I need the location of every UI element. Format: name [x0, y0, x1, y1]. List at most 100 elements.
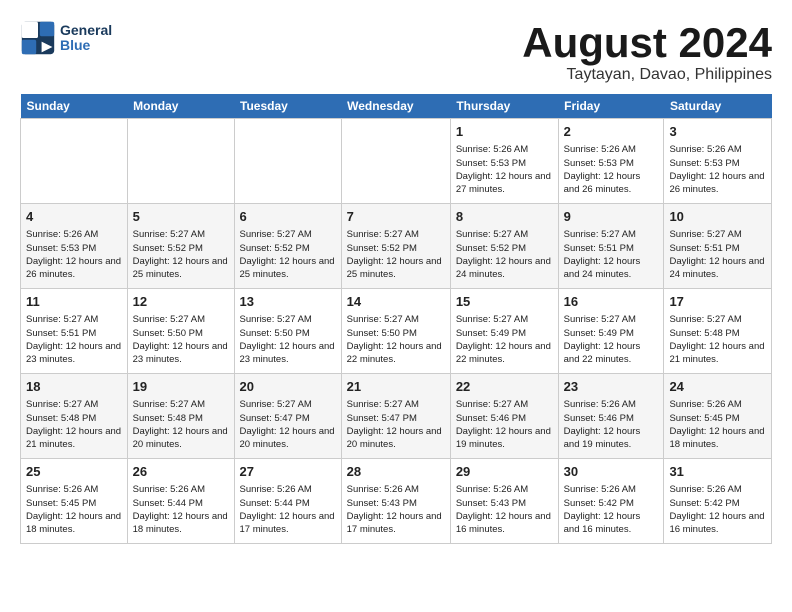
calendar-cell: 20 Sunrise: 5:27 AM Sunset: 5:47 PM Dayli… — [234, 374, 341, 459]
day-info: Sunrise: 5:27 AM Sunset: 5:52 PM Dayligh… — [133, 228, 229, 281]
header-row: SundayMondayTuesdayWednesdayThursdayFrid… — [21, 94, 772, 119]
week-row-2: 4 Sunrise: 5:26 AM Sunset: 5:53 PM Daylig… — [21, 204, 772, 289]
day-info: Sunrise: 5:27 AM Sunset: 5:52 PM Dayligh… — [240, 228, 336, 281]
day-number: 24 — [669, 378, 766, 396]
day-info: Sunrise: 5:26 AM Sunset: 5:45 PM Dayligh… — [26, 483, 122, 536]
day-info: Sunrise: 5:26 AM Sunset: 5:43 PM Dayligh… — [456, 483, 553, 536]
day-info: Sunrise: 5:26 AM Sunset: 5:42 PM Dayligh… — [564, 483, 659, 536]
day-number: 13 — [240, 293, 336, 311]
header-cell-thursday: Thursday — [450, 94, 558, 119]
day-number: 7 — [347, 208, 445, 226]
month-year: August 2024 — [522, 20, 772, 66]
calendar-cell: 9 Sunrise: 5:27 AM Sunset: 5:51 PM Daylig… — [558, 204, 664, 289]
calendar-cell: 21Sunrise: 5:27 AM Sunset: 5:47 PM Dayli… — [341, 374, 450, 459]
calendar-cell: 25 Sunrise: 5:26 AM Sunset: 5:45 PM Dayli… — [21, 459, 128, 544]
day-info: Sunrise: 5:26 AM Sunset: 5:53 PM Dayligh… — [456, 143, 553, 196]
day-info: Sunrise: 5:27 AM Sunset: 5:50 PM Dayligh… — [133, 313, 229, 366]
calendar-cell: 15 Sunrise: 5:27 AM Sunset: 5:49 PM Dayli… — [450, 289, 558, 374]
day-number: 20 — [240, 378, 336, 396]
calendar-cell: 16Sunrise: 5:27 AM Sunset: 5:49 PM Dayli… — [558, 289, 664, 374]
day-info: Sunrise: 5:26 AM Sunset: 5:53 PM Dayligh… — [564, 143, 659, 196]
calendar-cell: 6 Sunrise: 5:27 AM Sunset: 5:52 PM Daylig… — [234, 204, 341, 289]
page-header: General Blue August 2024 Taytayan, Davao… — [20, 20, 772, 84]
header-cell-tuesday: Tuesday — [234, 94, 341, 119]
day-number: 26 — [133, 463, 229, 481]
day-number: 21 — [347, 378, 445, 396]
day-number: 2 — [564, 123, 659, 141]
calendar-cell: 11 Sunrise: 5:27 AM Sunset: 5:51 PM Dayli… — [21, 289, 128, 374]
title-block: August 2024 Taytayan, Davao, Philippines — [522, 20, 772, 84]
logo-text: General Blue — [60, 23, 112, 54]
day-info: Sunrise: 5:27 AM Sunset: 5:52 PM Dayligh… — [456, 228, 553, 281]
calendar-cell: 5 Sunrise: 5:27 AM Sunset: 5:52 PM Daylig… — [127, 204, 234, 289]
day-number: 23 — [564, 378, 659, 396]
day-number: 4 — [26, 208, 122, 226]
calendar-cell: 12 Sunrise: 5:27 AM Sunset: 5:50 PM Dayli… — [127, 289, 234, 374]
header-cell-saturday: Saturday — [664, 94, 772, 119]
day-info: Sunrise: 5:27 AM Sunset: 5:48 PM Dayligh… — [26, 398, 122, 451]
calendar-cell: 19Sunrise: 5:27 AM Sunset: 5:48 PM Dayli… — [127, 374, 234, 459]
header-cell-monday: Monday — [127, 94, 234, 119]
calendar-cell — [127, 119, 234, 204]
day-number: 9 — [564, 208, 659, 226]
calendar-cell — [234, 119, 341, 204]
day-number: 29 — [456, 463, 553, 481]
day-info: Sunrise: 5:26 AM Sunset: 5:44 PM Dayligh… — [133, 483, 229, 536]
calendar-cell: 8 Sunrise: 5:27 AM Sunset: 5:52 PM Daylig… — [450, 204, 558, 289]
day-info: Sunrise: 5:26 AM Sunset: 5:42 PM Dayligh… — [669, 483, 766, 536]
day-number: 30 — [564, 463, 659, 481]
location: Taytayan, Davao, Philippines — [522, 66, 772, 84]
header-cell-sunday: Sunday — [21, 94, 128, 119]
day-info: Sunrise: 5:27 AM Sunset: 5:47 PM Dayligh… — [240, 398, 336, 451]
day-info: Sunrise: 5:27 AM Sunset: 5:49 PM Dayligh… — [564, 313, 659, 366]
day-info: Sunrise: 5:27 AM Sunset: 5:51 PM Dayligh… — [26, 313, 122, 366]
calendar-cell: 28Sunrise: 5:26 AM Sunset: 5:43 PM Dayli… — [341, 459, 450, 544]
day-info: Sunrise: 5:27 AM Sunset: 5:51 PM Dayligh… — [564, 228, 659, 281]
day-number: 14 — [347, 293, 445, 311]
calendar-cell: 4 Sunrise: 5:26 AM Sunset: 5:53 PM Daylig… — [21, 204, 128, 289]
day-info: Sunrise: 5:27 AM Sunset: 5:49 PM Dayligh… — [456, 313, 553, 366]
calendar-cell: 7Sunrise: 5:27 AM Sunset: 5:52 PM Daylig… — [341, 204, 450, 289]
calendar-cell: 26 Sunrise: 5:26 AM Sunset: 5:44 PM Dayli… — [127, 459, 234, 544]
calendar-cell: 2 Sunrise: 5:26 AM Sunset: 5:53 PM Daylig… — [558, 119, 664, 204]
day-number: 31 — [669, 463, 766, 481]
day-number: 18 — [26, 378, 122, 396]
day-info: Sunrise: 5:27 AM Sunset: 5:46 PM Dayligh… — [456, 398, 553, 451]
day-number: 6 — [240, 208, 336, 226]
header-cell-wednesday: Wednesday — [341, 94, 450, 119]
calendar-cell: 23 Sunrise: 5:26 AM Sunset: 5:46 PM Dayli… — [558, 374, 664, 459]
calendar-header: SundayMondayTuesdayWednesdayThursdayFrid… — [21, 94, 772, 119]
day-info: Sunrise: 5:26 AM Sunset: 5:44 PM Dayligh… — [240, 483, 336, 536]
week-row-4: 18 Sunrise: 5:27 AM Sunset: 5:48 PM Dayli… — [21, 374, 772, 459]
calendar-cell: 31 Sunrise: 5:26 AM Sunset: 5:42 PM Dayli… — [664, 459, 772, 544]
calendar-cell: 24 Sunrise: 5:26 AM Sunset: 5:45 PM Dayli… — [664, 374, 772, 459]
day-info: Sunrise: 5:26 AM Sunset: 5:53 PM Dayligh… — [26, 228, 122, 281]
day-number: 12 — [133, 293, 229, 311]
day-info: Sunrise: 5:26 AM Sunset: 5:46 PM Dayligh… — [564, 398, 659, 451]
calendar-cell: 1Sunrise: 5:26 AM Sunset: 5:53 PM Daylig… — [450, 119, 558, 204]
calendar-cell — [341, 119, 450, 204]
day-info: Sunrise: 5:27 AM Sunset: 5:50 PM Dayligh… — [347, 313, 445, 366]
day-number: 8 — [456, 208, 553, 226]
day-number: 22 — [456, 378, 553, 396]
day-info: Sunrise: 5:26 AM Sunset: 5:43 PM Dayligh… — [347, 483, 445, 536]
day-info: Sunrise: 5:27 AM Sunset: 5:48 PM Dayligh… — [133, 398, 229, 451]
calendar-cell: 29 Sunrise: 5:26 AM Sunset: 5:43 PM Dayli… — [450, 459, 558, 544]
logo: General Blue — [20, 20, 112, 56]
day-info: Sunrise: 5:26 AM Sunset: 5:45 PM Dayligh… — [669, 398, 766, 451]
day-number: 5 — [133, 208, 229, 226]
calendar-cell: 17Sunrise: 5:27 AM Sunset: 5:48 PM Dayli… — [664, 289, 772, 374]
calendar-cell — [21, 119, 128, 204]
day-info: Sunrise: 5:27 AM Sunset: 5:48 PM Dayligh… — [669, 313, 766, 366]
day-info: Sunrise: 5:27 AM Sunset: 5:51 PM Dayligh… — [669, 228, 766, 281]
day-info: Sunrise: 5:26 AM Sunset: 5:53 PM Dayligh… — [669, 143, 766, 196]
logo-icon — [20, 20, 56, 56]
calendar-body: 1Sunrise: 5:26 AM Sunset: 5:53 PM Daylig… — [21, 119, 772, 544]
day-number: 25 — [26, 463, 122, 481]
header-cell-friday: Friday — [558, 94, 664, 119]
calendar-cell: 14 Sunrise: 5:27 AM Sunset: 5:50 PM Dayli… — [341, 289, 450, 374]
day-number: 11 — [26, 293, 122, 311]
calendar-cell: 18 Sunrise: 5:27 AM Sunset: 5:48 PM Dayli… — [21, 374, 128, 459]
day-number: 15 — [456, 293, 553, 311]
calendar-cell: 27Sunrise: 5:26 AM Sunset: 5:44 PM Dayli… — [234, 459, 341, 544]
